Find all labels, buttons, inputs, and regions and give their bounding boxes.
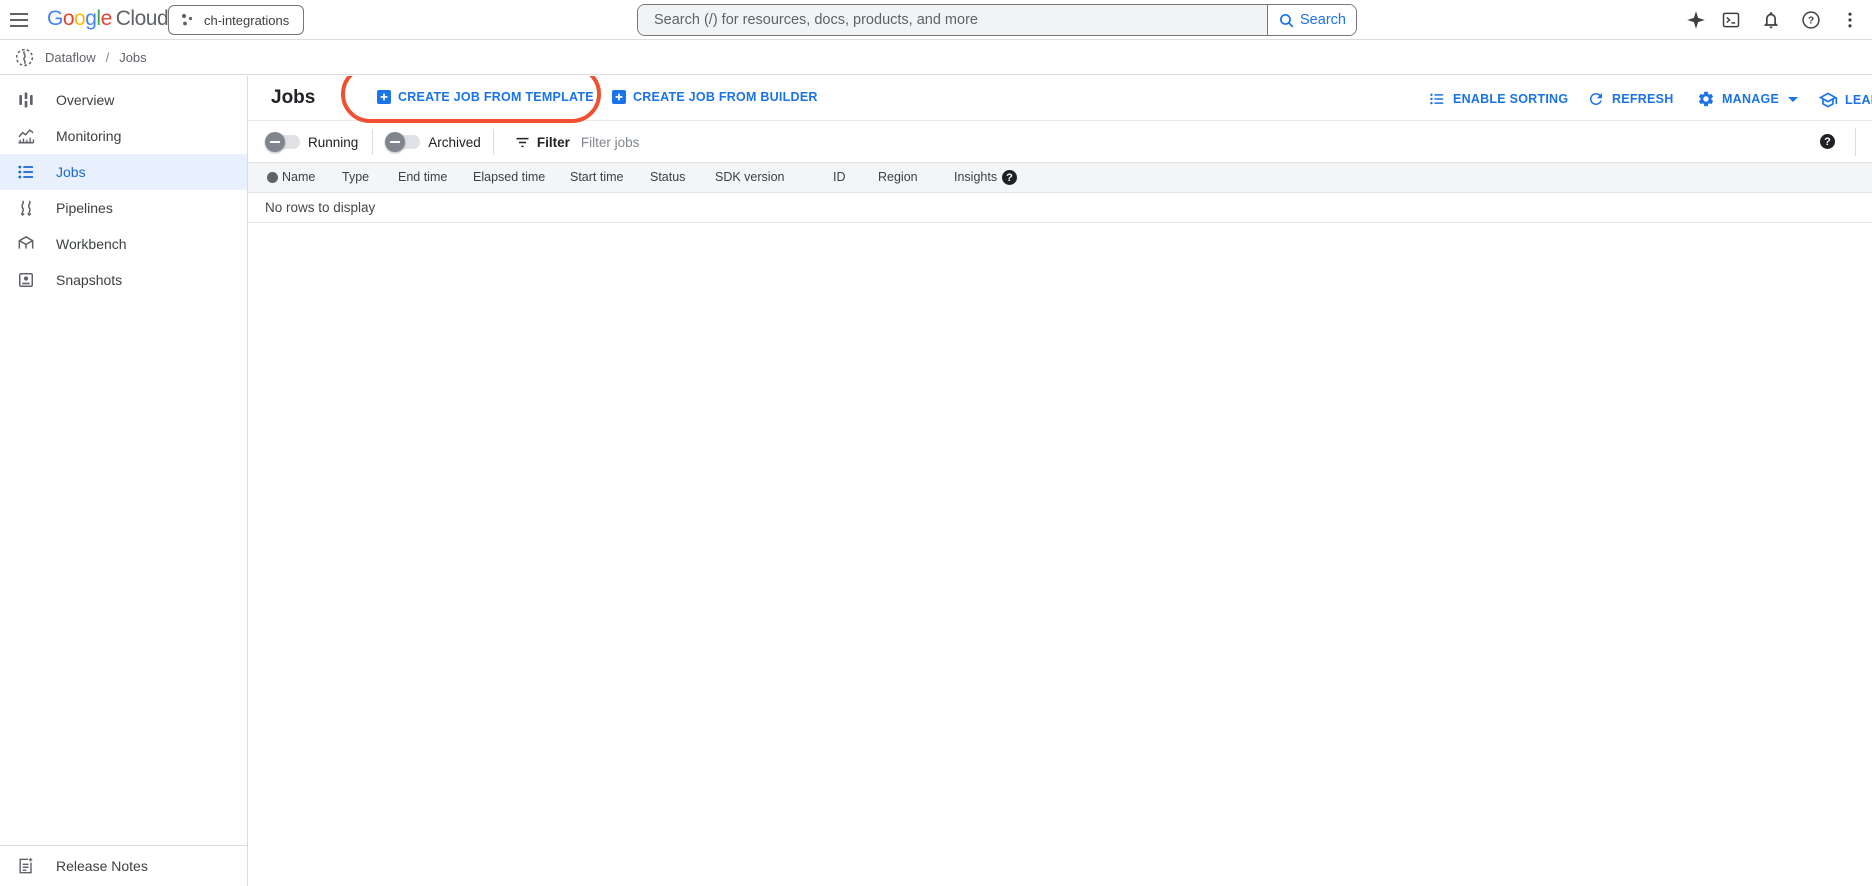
col-id: ID bbox=[833, 163, 846, 192]
sidebar-item-overview[interactable]: Overview bbox=[0, 82, 247, 118]
chevron-down-icon bbox=[1788, 97, 1798, 102]
status-dot-column-icon bbox=[267, 172, 278, 183]
jobs-list-icon bbox=[16, 162, 36, 182]
gemini-sparkle-icon[interactable] bbox=[1684, 8, 1708, 32]
plus-box-icon bbox=[612, 90, 626, 104]
filter-bar: Running Archived Filter ? bbox=[248, 122, 1872, 162]
search-button[interactable]: Search bbox=[1267, 5, 1356, 35]
jobs-table-header: Name Type End time Elapsed time Start ti… bbox=[248, 162, 1872, 193]
snapshots-icon bbox=[16, 270, 36, 290]
project-picker[interactable]: ch-integrations bbox=[168, 5, 304, 35]
running-toggle-label: Running bbox=[308, 135, 358, 150]
dataflow-product-icon bbox=[14, 47, 35, 68]
filter-help-icon[interactable]: ? bbox=[1820, 134, 1835, 149]
col-name: Name bbox=[282, 163, 315, 192]
sidebar-item-pipelines[interactable]: Pipelines bbox=[0, 190, 247, 226]
sort-list-icon bbox=[1428, 90, 1446, 108]
pipelines-icon bbox=[16, 198, 36, 218]
divider bbox=[493, 129, 494, 155]
breadcrumb-separator: / bbox=[106, 50, 110, 65]
page-title: Jobs bbox=[271, 87, 315, 109]
create-job-from-template-button[interactable]: CREATE JOB FROM TEMPLATE bbox=[377, 90, 594, 104]
breadcrumb: Dataflow / Jobs bbox=[0, 41, 1872, 75]
page-header: Jobs CREATE JOB FROM TEMPLATE CREATE JOB… bbox=[248, 76, 1872, 121]
project-icon bbox=[179, 12, 195, 28]
learn-school-icon bbox=[1818, 90, 1838, 110]
project-name: ch-integrations bbox=[204, 13, 289, 28]
col-type: Type bbox=[342, 163, 369, 192]
archived-toggle[interactable] bbox=[387, 135, 420, 149]
sidebar-item-jobs[interactable]: Jobs bbox=[0, 154, 247, 190]
empty-table-message: No rows to display bbox=[248, 193, 1872, 223]
search-input[interactable] bbox=[654, 12, 1267, 28]
hamburger-menu-icon[interactable] bbox=[10, 13, 28, 27]
overview-icon bbox=[16, 90, 36, 110]
dataflow-sidebar: Overview Monitoring Jobs bbox=[0, 76, 248, 886]
top-app-bar: GoogleCloud ch-integrations Search bbox=[0, 0, 1872, 40]
sidebar-item-monitoring[interactable]: Monitoring bbox=[0, 118, 247, 154]
filter-jobs-input[interactable] bbox=[581, 135, 841, 150]
create-job-from-builder-button[interactable]: CREATE JOB FROM BUILDER bbox=[612, 90, 818, 104]
archived-toggle-label: Archived bbox=[428, 135, 481, 150]
search-icon bbox=[1278, 12, 1295, 29]
col-elapsed-time: Elapsed time bbox=[473, 163, 545, 192]
breadcrumb-jobs[interactable]: Jobs bbox=[119, 50, 146, 65]
col-end-time: End time bbox=[398, 163, 447, 192]
more-options-icon[interactable] bbox=[1838, 8, 1862, 32]
plus-box-icon bbox=[377, 90, 391, 104]
global-search-bar: Search bbox=[637, 4, 1357, 36]
gear-icon bbox=[1697, 90, 1715, 108]
cloud-shell-terminal-icon[interactable] bbox=[1719, 8, 1743, 32]
col-sdk-version: SDK version bbox=[715, 163, 784, 192]
sidebar-item-snapshots[interactable]: Snapshots bbox=[0, 262, 247, 298]
divider bbox=[1855, 128, 1856, 156]
col-status: Status bbox=[650, 163, 685, 192]
running-toggle[interactable] bbox=[267, 135, 300, 149]
release-notes-icon bbox=[16, 856, 36, 876]
svg-text:?: ? bbox=[1808, 16, 1814, 27]
sidebar-item-release-notes[interactable]: Release Notes bbox=[0, 845, 247, 886]
monitoring-icon bbox=[16, 126, 36, 146]
filter-button[interactable]: Filter bbox=[514, 134, 570, 151]
manage-button[interactable]: MANAGE bbox=[1697, 90, 1798, 108]
enable-sorting-button[interactable]: ENABLE SORTING bbox=[1428, 90, 1568, 108]
notifications-bell-icon[interactable] bbox=[1759, 8, 1783, 32]
insights-help-icon[interactable]: ? bbox=[1002, 170, 1017, 185]
jobs-page: Jobs CREATE JOB FROM TEMPLATE CREATE JOB… bbox=[248, 76, 1872, 886]
google-cloud-logo: GoogleCloud bbox=[47, 7, 168, 31]
breadcrumb-dataflow[interactable]: Dataflow bbox=[45, 50, 96, 65]
help-icon[interactable]: ? bbox=[1799, 8, 1823, 32]
col-region: Region bbox=[878, 163, 918, 192]
col-start-time: Start time bbox=[570, 163, 624, 192]
learn-button[interactable]: LEARN bbox=[1818, 90, 1872, 110]
col-insights: Insights bbox=[954, 163, 997, 192]
divider bbox=[372, 129, 373, 155]
refresh-icon bbox=[1587, 90, 1605, 108]
refresh-button[interactable]: REFRESH bbox=[1587, 90, 1673, 108]
filter-funnel-icon bbox=[514, 134, 531, 151]
sidebar-item-workbench[interactable]: Workbench bbox=[0, 226, 247, 262]
workbench-icon bbox=[16, 234, 36, 254]
